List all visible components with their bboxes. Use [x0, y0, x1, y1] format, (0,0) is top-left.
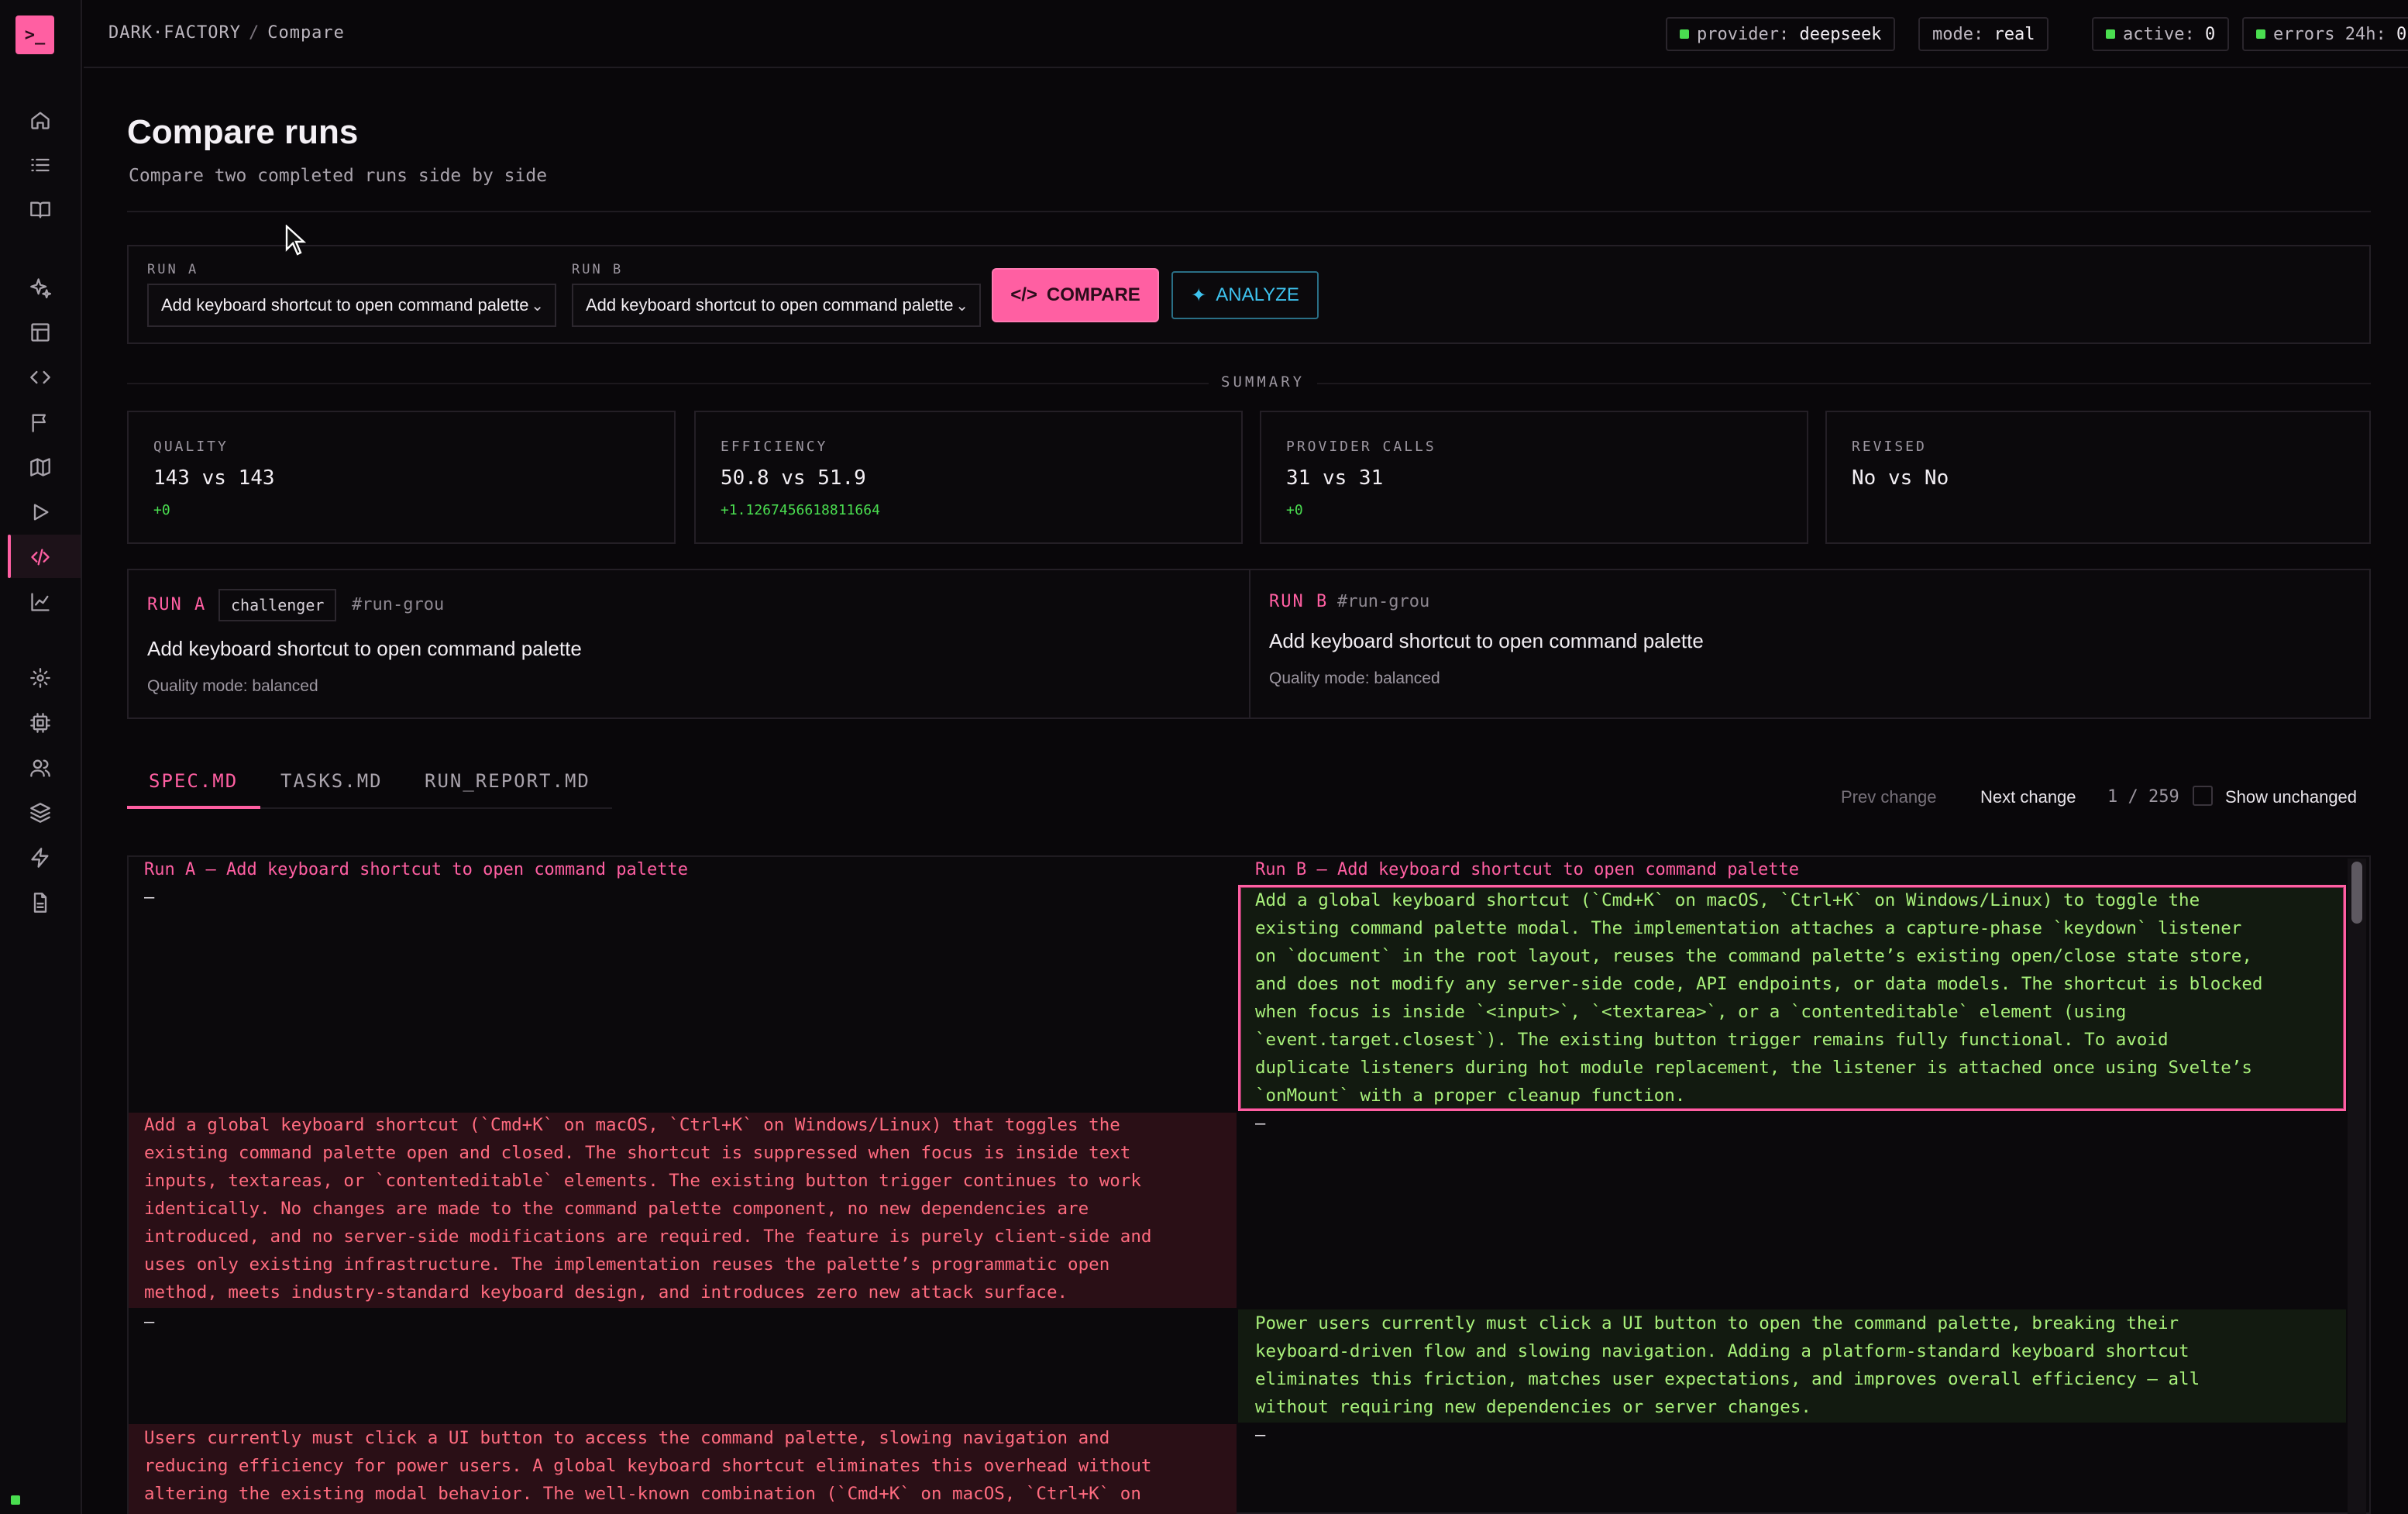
- run-b-empty-line: —: [1255, 1426, 1266, 1445]
- active-chip: active: 0: [2092, 17, 2230, 51]
- efficiency-card: EFFICIENCY 50.8 vs 51.9 +1.1267456618811…: [694, 411, 1243, 544]
- card-label: QUALITY: [153, 439, 229, 455]
- compare-icon: </>: [1010, 284, 1037, 305]
- show-unchanged-label[interactable]: Show unchanged: [2225, 787, 2357, 807]
- card-label: EFFICIENCY: [721, 439, 828, 455]
- code-icon[interactable]: [21, 358, 60, 397]
- app-logo[interactable]: >_: [15, 15, 54, 54]
- card-delta: +1.1267456618811664: [721, 502, 880, 518]
- card-label: PROVIDER CALLS: [1286, 439, 1436, 455]
- run-b-quality-mode: Quality mode: balanced: [1269, 669, 1440, 687]
- run-b-label: RUN B: [572, 262, 624, 277]
- next-change-button[interactable]: Next change: [1980, 787, 2076, 807]
- run-b-select[interactable]: Add keyboard shortcut to open command pa…: [572, 284, 981, 327]
- run-a-removed-block-2: Users currently must click a UI button t…: [144, 1428, 1152, 1504]
- run-a-hash[interactable]: #run-grou: [352, 595, 444, 614]
- run-b-empty-line: —: [1255, 1114, 1266, 1134]
- provider-calls-card: PROVIDER CALLS 31 vs 31 +0: [1260, 411, 1808, 544]
- card-label: REVISED: [1852, 439, 1927, 455]
- errors-status-dot: [2256, 29, 2265, 39]
- home-icon[interactable]: [21, 101, 60, 139]
- run-b-added-block-2: Power users currently must click a UI bu…: [1255, 1313, 2200, 1417]
- tab-spec-md[interactable]: SPEC.MD: [149, 770, 238, 792]
- analyze-button[interactable]: ✦ ANALYZE: [1171, 271, 1319, 319]
- page-title: Compare runs: [127, 113, 359, 151]
- nav-active-indicator: [8, 535, 11, 578]
- chart-icon[interactable]: [21, 583, 60, 621]
- revised-card: REVISED No vs No: [1825, 411, 2371, 544]
- active-tab-indicator: [127, 806, 260, 809]
- show-unchanged-checkbox[interactable]: [2193, 786, 2213, 806]
- diff-header-run-b: Run B — Add keyboard shortcut to open co…: [1255, 860, 1799, 879]
- sparkles-icon: ✦: [1191, 284, 1207, 306]
- mode-value: real: [1993, 24, 2035, 44]
- change-position: 1 / 259: [2107, 787, 2179, 807]
- connection-status-dot: [11, 1495, 20, 1505]
- compare-button[interactable]: </> COMPARE: [993, 270, 1158, 321]
- run-a-removed-block-1: Add a global keyboard shortcut (`Cmd+K` …: [144, 1115, 1152, 1302]
- chevron-down-icon: ⌄: [531, 298, 544, 315]
- play-icon[interactable]: [21, 493, 60, 532]
- diff-scrollbar[interactable]: [2348, 859, 2366, 1514]
- sparkles-icon[interactable]: [21, 268, 60, 307]
- card-value: 31 vs 31: [1286, 466, 1384, 490]
- run-a-tag: RUN A: [147, 595, 207, 614]
- divider: [127, 211, 2371, 212]
- settings-icon[interactable]: [21, 659, 60, 697]
- sidebar: >_: [0, 0, 82, 1514]
- active-status-dot: [2106, 29, 2115, 39]
- flag-icon[interactable]: [21, 403, 60, 442]
- run-a-label: RUN A: [147, 262, 199, 277]
- file-icon[interactable]: [21, 883, 60, 922]
- users-icon[interactable]: [21, 748, 60, 787]
- breadcrumb-current: Compare: [267, 23, 345, 43]
- chevron-down-icon: ⌄: [955, 298, 968, 315]
- run-a-select[interactable]: Add keyboard shortcut to open command pa…: [147, 284, 556, 327]
- cpu-icon[interactable]: [21, 704, 60, 742]
- tab-tasks-md[interactable]: TASKS.MD: [280, 770, 383, 792]
- layout-icon[interactable]: [21, 313, 60, 352]
- run-b-hash[interactable]: #run-grou: [1337, 592, 1429, 611]
- layers-icon[interactable]: [21, 793, 60, 832]
- list-icon[interactable]: [21, 146, 60, 184]
- run-a-empty-line: —: [144, 888, 155, 907]
- breadcrumb: DARK·FACTORY / Compare: [108, 23, 345, 43]
- quality-card: QUALITY 143 vs 143 +0: [127, 411, 676, 544]
- run-a-empty-line: —: [144, 1313, 155, 1332]
- mouse-cursor-icon: [285, 225, 307, 256]
- run-a-title: Add keyboard shortcut to open command pa…: [147, 637, 582, 660]
- run-b-added-block-1: Add a global keyboard shortcut (`Cmd+K` …: [1255, 890, 2263, 1106]
- map-icon[interactable]: [21, 448, 60, 487]
- tab-run-report-md[interactable]: RUN_REPORT.MD: [425, 770, 590, 792]
- diff-scrollbar-thumb[interactable]: [2351, 862, 2362, 924]
- diff-header-run-a: Run A — Add keyboard shortcut to open co…: [144, 860, 688, 879]
- errors-value: 0: [2396, 24, 2407, 44]
- run-b-title: Add keyboard shortcut to open command pa…: [1269, 629, 1704, 652]
- errors-chip: errors 24h: 0: [2242, 17, 2408, 51]
- zap-icon[interactable]: [21, 838, 60, 877]
- summary-heading: SUMMARY: [1209, 373, 1318, 391]
- topbar: DARK·FACTORY / Compare provider: deepseek …: [84, 0, 2408, 68]
- breadcrumb-root[interactable]: DARK·FACTORY: [108, 23, 241, 43]
- run-a-quality-mode: Quality mode: balanced: [147, 677, 318, 695]
- book-icon[interactable]: [21, 191, 60, 229]
- challenger-badge: challenger: [218, 589, 337, 621]
- card-value: No vs No: [1852, 466, 1949, 490]
- card-delta: +0: [1286, 502, 1303, 518]
- card-delta: +0: [153, 502, 170, 518]
- mode-chip: mode: real: [1918, 17, 2049, 51]
- compare-icon[interactable]: [21, 538, 60, 576]
- card-value: 143 vs 143: [153, 466, 275, 490]
- prev-change-button[interactable]: Prev change: [1841, 787, 1937, 807]
- provider-status-dot: [1680, 29, 1689, 39]
- provider-value: deepseek: [1799, 24, 1882, 44]
- provider-chip: provider: deepseek: [1666, 17, 1896, 51]
- page-subtitle: Compare two completed runs side by side: [129, 166, 548, 186]
- card-value: 50.8 vs 51.9: [721, 466, 866, 490]
- active-value: 0: [2204, 24, 2216, 44]
- run-b-tag: RUN B: [1269, 592, 1329, 611]
